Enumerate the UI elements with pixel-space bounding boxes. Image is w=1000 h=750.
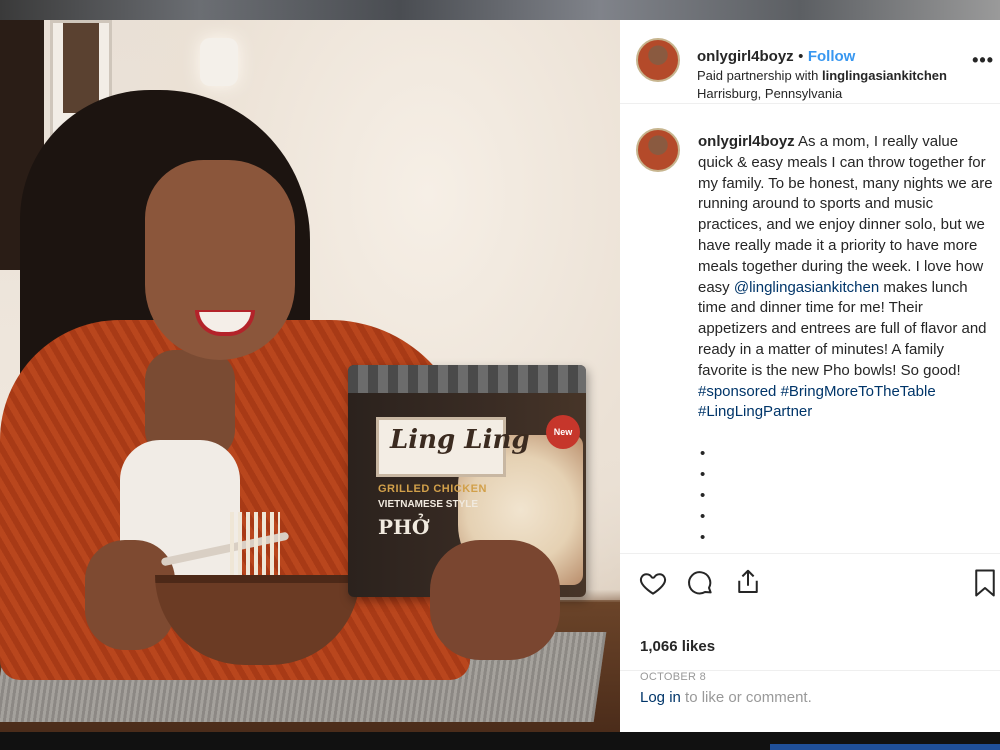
post-sidebar: onlygirl4boyz • Follow Paid partnership …	[620, 20, 1000, 732]
likes-count[interactable]: 1,066 likes	[640, 638, 715, 655]
mention-link[interactable]: @linglingasiankitchen	[734, 279, 879, 296]
package-brand: Ling Ling	[390, 425, 530, 455]
background-strip-bottom	[0, 732, 1000, 750]
hashtag-sponsored[interactable]: #sponsored	[698, 383, 776, 400]
caption: onlygirl4boyz As a mom, I really value q…	[698, 132, 993, 423]
login-link[interactable]: Log in	[640, 689, 681, 706]
hashtag-bringmore[interactable]: #BringMoreToTheTable	[781, 383, 936, 400]
login-prompt: to like or comment.	[680, 689, 812, 706]
post-photo[interactable]: Ling Ling GRILLED CHICKEN VIETNAMESE STY…	[0, 20, 620, 732]
bookmark-icon[interactable]	[972, 568, 998, 603]
package-line1: GRILLED CHICKEN	[378, 483, 487, 495]
location-link[interactable]: Harrisburg, Pennsylvania	[697, 86, 842, 101]
paid-partnership: Paid partnership with linglingasiankitch…	[697, 68, 947, 83]
hashtag-linglingpartner[interactable]: #LingLingPartner	[698, 403, 812, 420]
caption-dots: • • • • •	[700, 445, 706, 546]
separator-dot: •	[798, 48, 804, 65]
caption-text-1: As a mom, I really value quick & easy me…	[698, 133, 993, 296]
partner-link[interactable]: linglingasiankitchen	[822, 68, 947, 83]
package-line3: PHỞ	[378, 515, 430, 539]
wall-sconce	[200, 38, 238, 86]
caption-avatar[interactable]	[636, 128, 680, 172]
more-options-icon[interactable]: •••	[972, 50, 994, 71]
header-username[interactable]: onlygirl4boyz	[697, 48, 794, 65]
comment-icon[interactable]	[685, 568, 715, 603]
follow-button[interactable]: Follow	[808, 48, 856, 65]
package-line2: VIETNAMESE STYLE	[378, 499, 479, 510]
heart-icon[interactable]	[638, 568, 668, 603]
noodles	[230, 512, 280, 582]
share-icon[interactable]	[733, 567, 763, 602]
avatar[interactable]	[636, 38, 680, 82]
package-new-badge: New	[546, 415, 580, 449]
right-hand	[430, 540, 560, 660]
post-header: onlygirl4boyz • Follow Paid partnership …	[620, 20, 1000, 104]
background-strip-top	[0, 0, 1000, 20]
login-row: Log in to like or comment.	[620, 670, 1000, 732]
caption-username[interactable]: onlygirl4boyz	[698, 133, 795, 150]
